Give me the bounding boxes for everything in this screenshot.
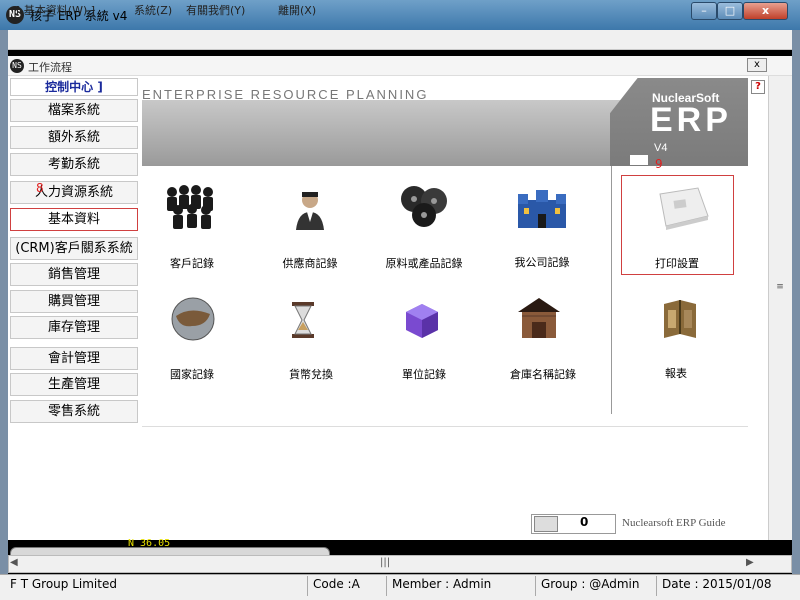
item-label-warehouse[interactable]: 倉庫名稱記錄 xyxy=(488,366,598,382)
printer-paper-icon[interactable] xyxy=(652,186,712,233)
sidebar-item-accounting[interactable]: 會計管理 xyxy=(10,347,138,370)
item-label-print-settings[interactable]: 打印設置 xyxy=(622,255,732,271)
control-center-header: 控制中心 ] xyxy=(10,78,138,96)
item-label-customer[interactable]: 客戶記錄 xyxy=(137,255,247,271)
brand-version: V4 xyxy=(654,142,668,154)
scroll-grip-icon[interactable]: ||| xyxy=(380,557,390,568)
item-label-supplier[interactable]: 供應商記錄 xyxy=(255,255,365,271)
banner-tab xyxy=(630,155,648,165)
status-divider xyxy=(307,576,308,596)
menu-system[interactable]: 系統(Z) xyxy=(134,2,172,18)
sidebar-item-basic-data[interactable]: 基本資料 xyxy=(10,208,138,231)
status-company: F T Group Limited xyxy=(10,577,117,591)
sidebar-item-inventory[interactable]: 庫存管理 xyxy=(10,316,138,339)
scroll-right-icon[interactable]: ▶ xyxy=(746,557,754,568)
menu-exit[interactable]: 離開(X) xyxy=(278,2,316,18)
status-code: Code :A xyxy=(313,577,360,591)
item-label-currency[interactable]: 貨幣兌換 xyxy=(256,366,366,382)
content-divider xyxy=(611,166,612,414)
item-label-material[interactable]: 原料或產品記錄 xyxy=(369,255,479,271)
menu-about[interactable]: 有關我們(Y) xyxy=(186,2,245,18)
status-divider xyxy=(386,576,387,596)
close-button[interactable]: x xyxy=(743,2,788,20)
report-book-icon[interactable] xyxy=(660,296,700,345)
menu-basic-data[interactable]: [ 基本資料(W) ] xyxy=(16,2,95,18)
warehouse-icon[interactable] xyxy=(514,296,564,345)
item-label-country[interactable]: 國家記錄 xyxy=(137,366,247,382)
minimize-button[interactable]: – xyxy=(691,2,717,20)
guide-value: 0 xyxy=(580,515,589,529)
item-label-unit[interactable]: 單位記錄 xyxy=(369,366,479,382)
status-member: Member : Admin xyxy=(392,577,492,591)
status-divider xyxy=(535,576,536,596)
workflow-logo-icon: NS xyxy=(10,59,24,73)
castle-icon[interactable] xyxy=(514,186,570,233)
status-group: Group : @Admin xyxy=(541,577,640,591)
sidebar-item-attendance[interactable]: 考勤系統 xyxy=(10,153,138,176)
sidebar-item-purchase[interactable]: 購買管理 xyxy=(10,290,138,313)
menu-bar xyxy=(8,30,792,50)
sidebar-item-crm[interactable]: (CRM)客戶關系系統 xyxy=(10,237,138,260)
sidebar-item-sales[interactable]: 銷售管理 xyxy=(10,263,138,286)
businessman-icon[interactable] xyxy=(290,188,330,235)
brand-product: ERP xyxy=(650,101,732,139)
guide-button-knob[interactable] xyxy=(534,516,558,532)
vertical-scrollbar[interactable] xyxy=(768,76,792,540)
sidebar-item-hr[interactable]: 人力資源系統 xyxy=(10,181,138,204)
cube-icon[interactable] xyxy=(402,300,442,343)
status-divider xyxy=(656,576,657,596)
item-label-company[interactable]: 我公司記錄 xyxy=(487,254,597,270)
people-group-icon[interactable] xyxy=(162,182,224,233)
sidebar-item-retail[interactable]: 零售系統 xyxy=(10,400,138,423)
content-bottom-line xyxy=(142,426,748,427)
guide-label: Nuclearsoft ERP Guide xyxy=(622,517,726,529)
horizontal-scrollbar[interactable] xyxy=(8,555,792,573)
annotation-marker: 8 xyxy=(36,181,44,195)
hourglass-icon[interactable] xyxy=(290,300,316,343)
globe-icon[interactable] xyxy=(170,296,216,345)
film-reels-icon[interactable] xyxy=(396,183,452,232)
help-button[interactable]: ? xyxy=(751,80,765,94)
scroll-grip-icon: ≡ xyxy=(776,282,784,292)
workflow-title: 工作流程 xyxy=(28,61,72,74)
sidebar-item-file-system[interactable]: 檔案系統 xyxy=(10,99,138,122)
sidebar-item-extra-system[interactable]: 額外系統 xyxy=(10,126,138,149)
item-label-report[interactable]: 報表 xyxy=(621,365,731,381)
workflow-close-button[interactable]: x xyxy=(747,58,767,72)
annotation-marker: 9 xyxy=(655,157,663,171)
workflow-title-bar xyxy=(8,56,792,76)
maximize-button[interactable]: □ xyxy=(717,2,743,20)
sidebar-item-production[interactable]: 生產管理 xyxy=(10,373,138,396)
status-date: Date : 2015/01/08 xyxy=(662,577,772,591)
scroll-left-icon[interactable]: ◀ xyxy=(10,557,18,568)
